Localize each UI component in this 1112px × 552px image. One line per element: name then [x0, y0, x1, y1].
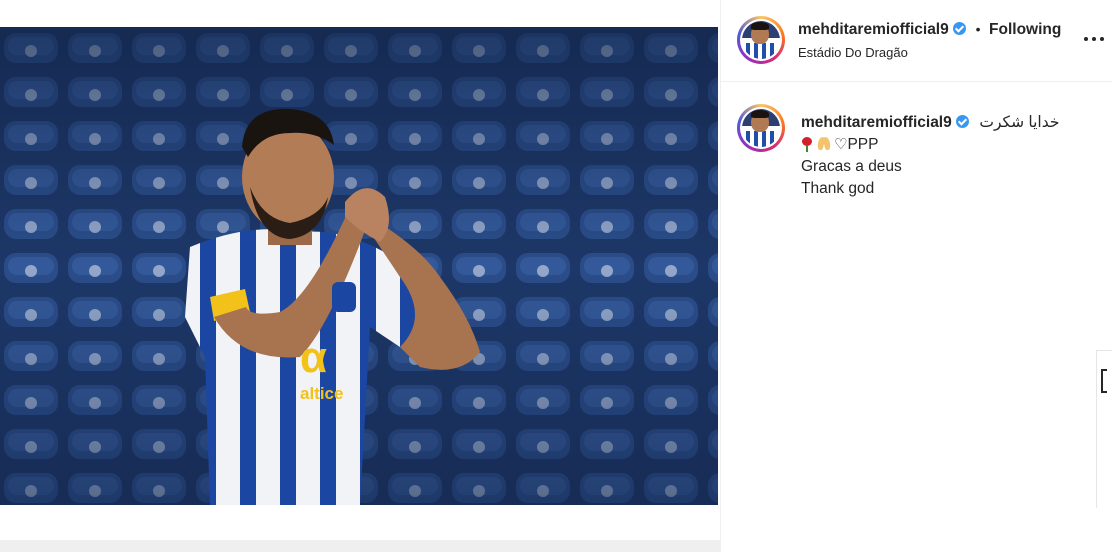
header-name-row: mehditaremiofficial9 • Following	[798, 21, 1061, 39]
post-photo[interactable]: α altice	[0, 27, 718, 505]
caption-line-english: Thank god	[801, 180, 875, 197]
post-header: mehditaremiofficial9 • Following Estádio…	[721, 0, 1112, 82]
post-media-area: α altice	[0, 0, 728, 552]
edge-scroll-widget[interactable]	[1096, 350, 1112, 508]
more-options-icon[interactable]	[1083, 28, 1105, 50]
rose-emoji	[801, 137, 813, 152]
bottom-divider-bar	[0, 540, 728, 552]
verified-badge-icon	[953, 22, 967, 35]
separator-dot: •	[975, 21, 981, 37]
post-location[interactable]: Estádio Do Dragão	[798, 45, 908, 60]
following-button[interactable]: Following	[989, 21, 1061, 38]
caption-username[interactable]: mehditaremiofficial9	[801, 114, 952, 131]
caption-emoji-line: ♡PPP	[801, 134, 1101, 156]
bracket-icon	[1101, 369, 1107, 393]
caption-emoji-suffix: PPP	[847, 136, 879, 153]
caption-line-portuguese: Gracas a deus	[801, 158, 902, 175]
header-username[interactable]: mehditaremiofficial9	[798, 21, 949, 38]
praying-hands-emoji	[815, 136, 833, 151]
post-side-panel: mehditaremiofficial9 • Following Estádio…	[720, 0, 1112, 552]
post-photo-image: α altice	[0, 27, 718, 505]
white-heart-emoji: ♡	[834, 136, 848, 153]
verified-badge-icon	[956, 115, 970, 128]
caption-author-avatar[interactable]	[737, 104, 785, 152]
svg-text:α: α	[300, 333, 327, 382]
caption-body: mehditaremiofficial9 خدایا شکرت ♡PPP Gra…	[801, 112, 1101, 200]
author-avatar[interactable]	[737, 16, 785, 64]
caption-arabic-text: خدایا شکرت	[979, 114, 1060, 131]
svg-text:altice: altice	[300, 384, 343, 403]
